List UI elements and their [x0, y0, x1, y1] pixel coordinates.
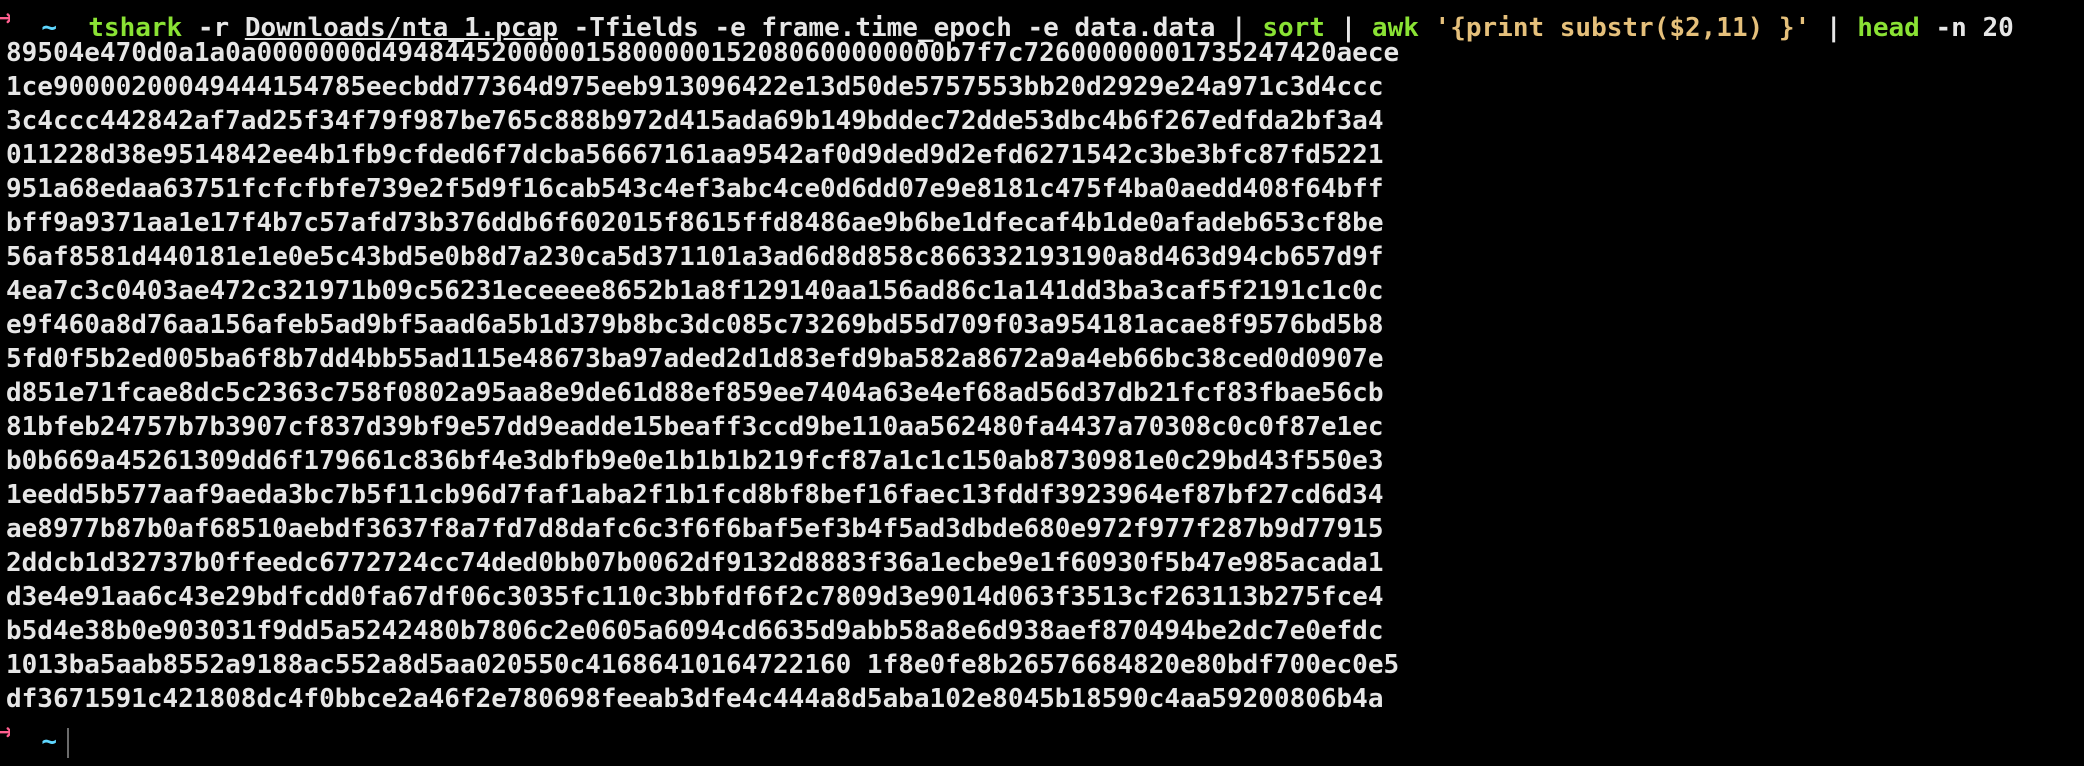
cmd-awk-script: '{print substr($2,11) }': [1434, 13, 1811, 43]
output-line: ae8977b87b0af68510aebdf3637f8a7fd7d8dafc…: [6, 514, 1384, 544]
prompt-cwd: ~: [41, 13, 57, 43]
pipe-symbol: |: [1825, 13, 1842, 43]
output-line: 4ea7c3c0403ae472c321971b09c56231eceeee86…: [6, 276, 1384, 306]
command-prompt-line: ➜ ~ tshark -r Downloads/nta_1.pcap -Tfie…: [0, 2, 2084, 43]
output-line: 011228d38e9514842ee4b1fb9cfded6f7dcba566…: [6, 140, 1384, 170]
cmd-tshark: tshark: [88, 13, 183, 43]
cmd-pcap-path[interactable]: Downloads/nta_1.pcap: [245, 13, 558, 43]
output-line: 2ddcb1d32737b0ffeedc6772724cc74ded0bb07b…: [6, 548, 1384, 578]
terminal-window[interactable]: ➜ ~ tshark -r Downloads/nta_1.pcap -Tfie…: [0, 0, 2084, 766]
pipe-symbol: |: [1231, 13, 1247, 43]
output-line: 56af8581d440181e1e0e5c43bd5e0b8d7a230ca5…: [6, 242, 1384, 272]
cmd-head-args: -n 20: [1935, 13, 2014, 43]
text-cursor[interactable]: [66, 727, 69, 758]
output-line: b0b669a45261309dd6f179661c836bf4e3dbfb9e…: [6, 446, 1384, 476]
prompt-arrow-icon: ➜: [0, 718, 10, 748]
cmd-sort: sort: [1262, 13, 1325, 43]
output-line: 1013ba5aab8552a9188ac552a8d5aa020550c416…: [6, 650, 1400, 680]
prompt-cwd: ~: [41, 727, 57, 757]
input-prompt-line[interactable]: ➜ ~: [0, 716, 2084, 758]
cmd-head: head: [1857, 13, 1920, 43]
pipe-symbol: |: [1340, 13, 1357, 43]
output-line: df3671591c421808dc4f0bbce2a46f2e780698fe…: [6, 684, 1384, 714]
output-line: 81bfeb24757b7b3907cf837d39bf9e57dd9eadde…: [6, 412, 1384, 442]
output-line: bff9a9371aa1e17f4b7c57afd73b376ddb6f6020…: [6, 208, 1384, 238]
command-output: 89504e470d0a1a0a0000000d4948445200000158…: [0, 36, 2084, 716]
output-line: b5d4e38b0e903031f9dd5a5242480b7806c2e060…: [6, 616, 1384, 646]
output-line: 5fd0f5b2ed005ba6f8b7dd4bb55ad115e48673ba…: [6, 344, 1384, 374]
output-line: 1eedd5b577aaf9aeda3bc7b5f11cb96d7faf1aba…: [6, 480, 1384, 510]
cmd-flag-r: -r: [197, 13, 230, 43]
prompt-arrow-icon: ➜: [0, 4, 10, 34]
output-line: d851e71fcae8dc5c2363c758f0802a95aa8e9de6…: [6, 378, 1384, 408]
output-line: 1ce90000200049444154785eecbdd77364d975ee…: [6, 72, 1384, 102]
cmd-tshark-args: -Tfields -e frame.time_epoch -e data.dat…: [573, 13, 1216, 43]
output-line: 3c4ccc442842af7ad25f34f79f987be765c888b9…: [6, 106, 1384, 136]
output-line: d3e4e91aa6c43e29bdfcdd0fa67df06c3035fc11…: [6, 582, 1384, 612]
output-line: 951a68edaa63751fcfcfbfe739e2f5d9f16cab54…: [6, 174, 1384, 204]
output-line: e9f460a8d76aa156afeb5ad9bf5aad6a5b1d379b…: [6, 310, 1384, 340]
cmd-awk: awk: [1371, 13, 1419, 43]
